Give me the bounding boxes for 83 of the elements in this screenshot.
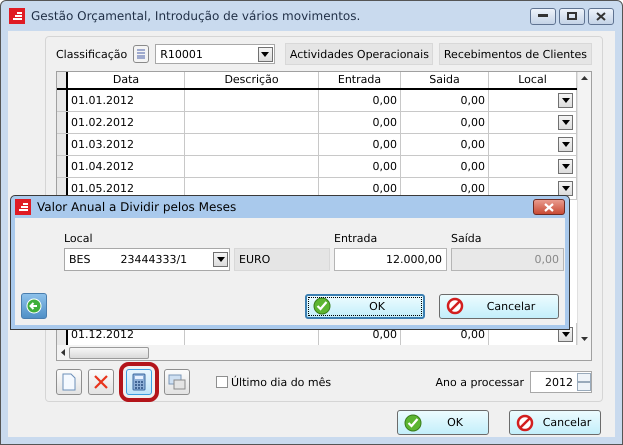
entrada-field[interactable]: 12.000,00 [334,248,447,271]
table-cell: 01.02.2012 [68,112,185,133]
year-label: Ano a processar [436,376,524,388]
table-cell: 01.03.2012 [68,134,185,155]
back-button[interactable] [21,293,47,319]
caret-icon [261,52,270,56]
local-label: Local [64,232,94,245]
classification-label: Classificação [56,48,128,60]
caret-icon [562,186,570,191]
table-cell: 0,00 [319,156,401,177]
list-button[interactable] [133,45,150,63]
horizontal-scrollbar[interactable] [57,345,591,360]
caret-icon [562,98,570,103]
cancel-button[interactable]: Cancelar [439,294,559,318]
dropdown-button[interactable] [558,115,573,130]
logo-icon [9,8,25,24]
minimize-button[interactable] [530,8,556,24]
cancel-button[interactable]: Cancelar [509,410,601,435]
caret-icon [216,257,224,262]
local-dropdown[interactable]: BES 23444333/1 [64,248,230,271]
maximize-button[interactable] [559,8,585,24]
entrada-label: Entrada [334,232,378,245]
minimize-icon [538,14,548,18]
dropdown-button[interactable] [558,137,573,152]
table-cell: 01.01.2012 [68,90,185,111]
dropdown-button[interactable] [258,46,273,62]
toolbar-button[interactable] [88,369,114,395]
ok-button[interactable]: OK [397,410,489,435]
prohibited-icon [516,414,534,432]
dropdown-button[interactable] [558,93,573,108]
toolbar-button[interactable] [164,369,190,395]
window-title: Gestão Orçamental, Introdução de vários movimentos. [31,9,362,23]
currency-field: EURO [234,248,330,271]
prohibited-icon [446,297,464,315]
caret-icon [562,120,570,125]
close-button[interactable] [588,8,614,24]
scroll-thumb[interactable] [69,346,149,358]
document-icon [62,373,76,391]
dropdown-button[interactable] [558,159,573,174]
scroll-up-icon[interactable] [581,76,588,80]
dialog-title: Valor Anual a Dividir pelos Meses [37,200,238,214]
row-header[interactable] [57,112,68,133]
close-button[interactable] [533,199,565,215]
scroll-down-icon[interactable] [581,337,588,341]
list-icon [136,49,146,59]
row-header[interactable] [57,156,68,177]
caret-icon [562,142,570,147]
close-icon [93,374,109,390]
classification-dropdown[interactable]: R10001 [155,44,275,64]
column-header[interactable]: Entrada [319,72,401,88]
dropdown-button[interactable] [213,252,228,267]
calculator-icon [132,373,146,391]
column-header[interactable]: Descrição [185,72,319,88]
windows-icon [168,374,186,390]
description-field: Actividades Operacionais [284,43,433,65]
table-cell: 0,00 [319,90,401,111]
caret-icon [562,164,570,169]
table-cell: 01.04.2012 [68,156,185,177]
ok-button[interactable]: OK [305,294,425,318]
logo-icon [15,199,31,215]
vertical-scrollbar[interactable] [577,72,591,345]
column-header[interactable]: Data [68,72,185,88]
table-cell: 0,00 [319,134,401,155]
table-cell: 0,00 [319,112,401,133]
table-cell: 0,00 [401,90,489,111]
close-icon [596,12,606,20]
description-field: Recebimentos de Clientes [438,43,592,65]
checkbox[interactable] [216,376,228,388]
check-icon [404,414,422,432]
table-cell: 0,00 [401,112,489,133]
check-icon [313,297,331,315]
close-icon [544,202,554,212]
table-cell: 0,00 [401,134,489,155]
checkbox-label: Último dia do mês [231,376,332,388]
row-header[interactable] [57,90,68,111]
maximize-icon [567,12,577,20]
saida-label: Saída [451,232,483,245]
scroll-left-icon[interactable] [61,349,65,356]
row-header[interactable] [57,134,68,155]
toolbar-button[interactable] [56,369,82,395]
dropdown-button[interactable] [558,181,573,196]
column-header[interactable]: Saida [401,72,489,88]
table-cell: 0,00 [401,156,489,177]
